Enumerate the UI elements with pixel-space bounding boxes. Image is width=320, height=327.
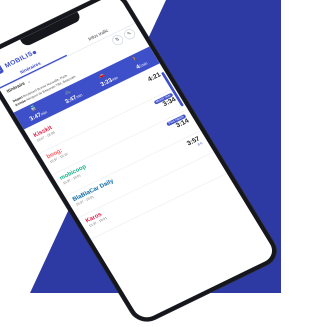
chevron-down-icon: ⌄ [26,79,32,85]
hamburger-icon[interactable]: ☰ [0,64,5,76]
logo-dot-icon [32,50,37,55]
